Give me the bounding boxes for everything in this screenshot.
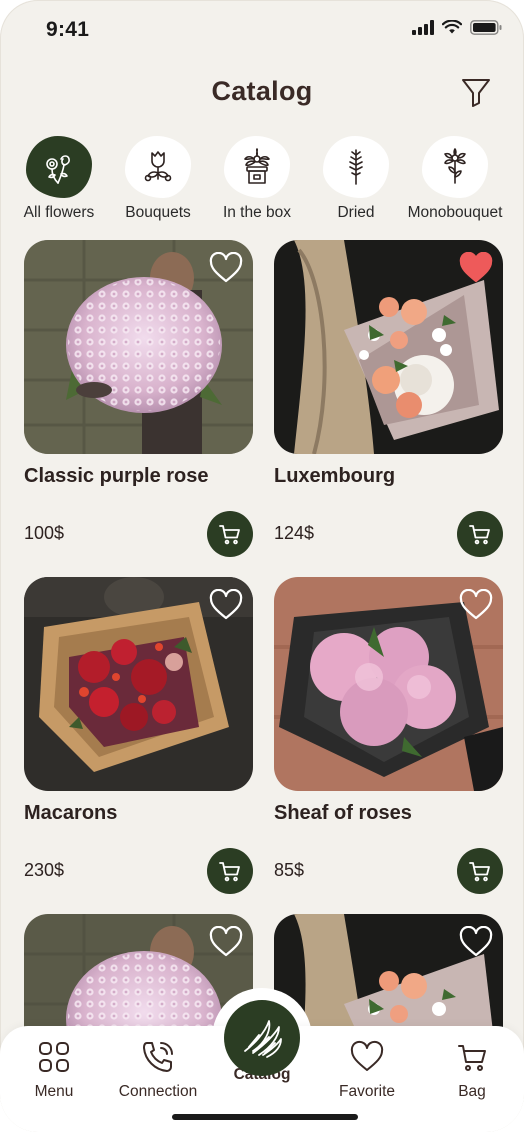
category-icon-bg — [323, 136, 389, 198]
heart-icon[interactable] — [209, 589, 243, 621]
product-card[interactable]: Classic purple rose 100$ — [24, 240, 253, 557]
nav-label: Menu — [34, 1083, 74, 1100]
nav-menu[interactable]: Menu — [4, 1040, 104, 1101]
category-label: Dried — [337, 204, 375, 221]
phone-screen: 9:41 Catalog All flowers Bouquets In the… — [0, 0, 524, 1132]
dried-branch-icon — [349, 149, 363, 185]
page-title: Catalog — [211, 76, 313, 106]
status-time: 9:41 — [46, 18, 90, 41]
category-bouquets[interactable]: Bouquets — [103, 136, 213, 222]
heart-icon[interactable] — [209, 926, 243, 958]
cart-outline-icon — [458, 1045, 486, 1071]
category-icon-bg — [422, 136, 488, 198]
category-label: Monobouquet — [407, 204, 503, 221]
product-price: 100$ — [24, 523, 65, 543]
category-in-the-box[interactable]: In the box — [202, 136, 312, 222]
product-price: 124$ — [274, 523, 315, 543]
heart-icon[interactable] — [459, 252, 493, 284]
home-indicator — [172, 1114, 358, 1120]
wifi-icon — [442, 20, 462, 34]
category-label: In the box — [222, 204, 292, 221]
grid-icon — [39, 1042, 69, 1072]
nav-connection[interactable]: Connection — [108, 1040, 208, 1101]
add-to-cart-button[interactable] — [207, 848, 253, 894]
category-icon-bg — [125, 136, 191, 198]
nav-label: Favorite — [339, 1083, 395, 1100]
battery-icon — [470, 20, 502, 35]
product-card[interactable]: Sheaf of roses 85$ — [274, 577, 503, 894]
category-icon-bg — [224, 136, 290, 198]
heart-icon[interactable] — [209, 252, 243, 284]
filter-icon — [462, 79, 490, 107]
signal-icon — [412, 20, 434, 35]
add-to-cart-button[interactable] — [457, 511, 503, 557]
category-label: Bouquets — [125, 204, 191, 221]
product-card[interactable]: Macarons 230$ — [24, 577, 253, 894]
add-to-cart-button[interactable] — [457, 848, 503, 894]
product-card[interactable]: Luxembourg 124$ — [274, 240, 503, 557]
category-all-flowers[interactable]: All flowers — [4, 136, 114, 222]
product-image[interactable] — [274, 240, 503, 454]
nav-favorite[interactable]: Favorite — [317, 1040, 417, 1101]
product-price: 230$ — [24, 860, 65, 880]
product-price: 85$ — [274, 860, 305, 880]
bouquet-icon — [144, 151, 172, 182]
cart-icon — [219, 862, 240, 882]
monobouquet-icon — [444, 148, 466, 184]
nav-label: Connection — [118, 1083, 198, 1100]
phone-call-icon — [143, 1042, 173, 1072]
heart-icon[interactable] — [459, 926, 493, 958]
cart-icon — [469, 525, 490, 545]
cart-icon — [469, 862, 490, 882]
cart-icon — [219, 525, 240, 545]
category-monobouquet[interactable]: Monobouquet — [400, 136, 510, 222]
product-image[interactable] — [274, 577, 503, 791]
flower-box-icon — [244, 148, 270, 184]
filter-button[interactable] — [458, 74, 494, 110]
category-list: All flowers Bouquets In the box Dried Mo… — [0, 136, 524, 226]
product-name: Luxembourg — [274, 465, 396, 487]
add-to-cart-button[interactable] — [207, 511, 253, 557]
product-name: Classic purple rose — [24, 465, 209, 487]
nav-label: Bag — [458, 1083, 486, 1100]
status-icons — [412, 20, 502, 35]
catalog-center-button[interactable] — [224, 1000, 300, 1076]
heart-outline-icon — [350, 1040, 384, 1071]
category-dried[interactable]: Dried — [301, 136, 411, 222]
heart-icon[interactable] — [459, 589, 493, 621]
category-label: All flowers — [23, 204, 95, 221]
product-image[interactable] — [24, 577, 253, 791]
status-bar: 9:41 — [0, 0, 524, 60]
product-name: Macarons — [24, 802, 118, 824]
product-name: Sheaf of roses — [274, 802, 412, 824]
category-icon-bg — [26, 136, 92, 198]
leaves-icon — [244, 1020, 282, 1058]
product-image[interactable] — [24, 240, 253, 454]
flowers-icon — [46, 155, 70, 184]
nav-bag[interactable]: Bag — [422, 1040, 522, 1101]
